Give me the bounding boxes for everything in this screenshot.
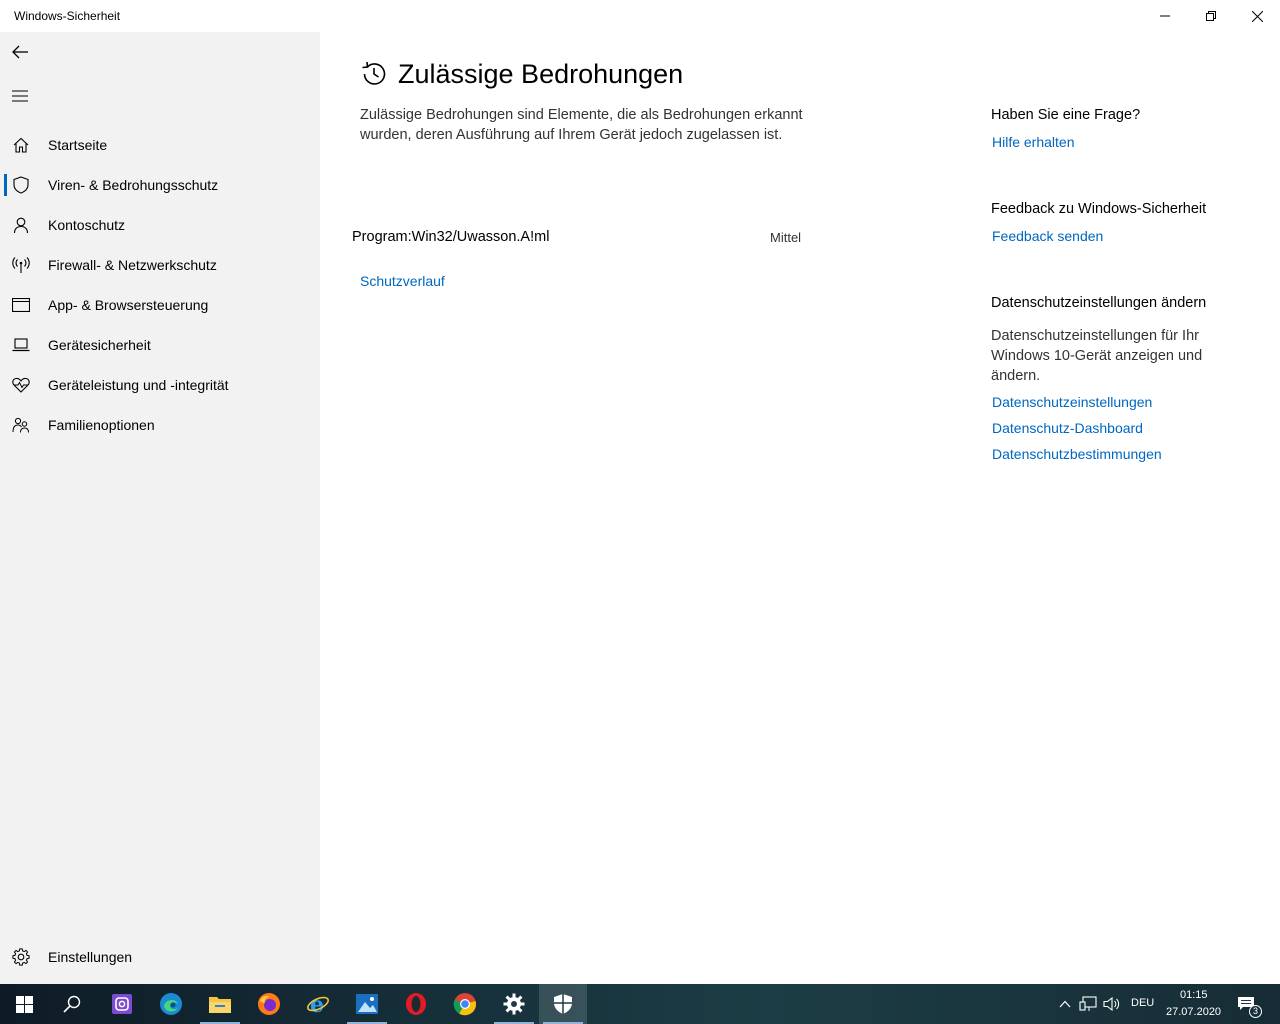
taskbar-chrome[interactable] (441, 984, 489, 1024)
person-icon (12, 216, 30, 234)
clock-time[interactable]: 01:15 (1180, 989, 1208, 1001)
sidebar-item-label: Familienoptionen (48, 417, 155, 433)
window-title: Windows-Sicherheit (14, 9, 121, 23)
title-bar: Windows-Sicherheit (0, 0, 1280, 32)
main-content: Zulässige Bedrohungen Zulässige Bedrohun… (320, 32, 1280, 984)
sidebar-item-startseite[interactable]: Startseite (0, 125, 320, 165)
app-tile-icon (112, 994, 132, 1014)
settings-label: Einstellungen (48, 949, 133, 965)
send-feedback-link[interactable]: Feedback senden (992, 228, 1103, 244)
back-button[interactable] (8, 40, 32, 64)
laptop-icon (12, 336, 30, 354)
page-description: Zulässige Bedrohungen sind Elemente, die… (360, 107, 803, 143)
privacy-description: Datenschutzeinstellungen für Ihr Windows… (991, 328, 1203, 384)
sidebar-item-familienoptionen[interactable]: Familienoptionen (0, 405, 320, 445)
page-title: Zulässige Bedrohungen (398, 58, 684, 89)
search-icon (63, 995, 81, 1013)
privacy-heading: Datenschutzeinstellungen ändern (991, 295, 1207, 311)
opera-icon (406, 993, 426, 1015)
sidebar-item-label: Kontoschutz (48, 217, 126, 233)
threat-row[interactable]: Program:Win32/Uwasson.A!ml Mittel (352, 227, 812, 249)
notification-count-badge: 3 (1249, 1005, 1262, 1018)
taskbar-settings[interactable] (490, 984, 538, 1024)
privacy-settings-link[interactable]: Datenschutzeinstellungen (992, 394, 1152, 410)
threat-level: Mittel (770, 230, 802, 245)
minimize-icon (1160, 15, 1170, 17)
internet-explorer-icon: e (307, 992, 329, 1016)
edge-browser-icon (160, 993, 182, 1015)
sidebar-item-label: Firewall- & Netzwerkschutz (48, 257, 217, 273)
taskbar-explorer[interactable] (196, 984, 244, 1024)
clock-date[interactable]: 27.07.2020 (1166, 1006, 1221, 1018)
get-help-link[interactable]: Hilfe erhalten (992, 134, 1075, 150)
tray-chevron-up-icon[interactable] (1056, 995, 1074, 1013)
start-button[interactable] (0, 984, 48, 1024)
sidebar: Startseite Viren- & Bedrohungsschutz Kon… (0, 32, 320, 984)
network-icon[interactable] (1079, 995, 1097, 1013)
sidebar-item-label: Geräteleistung und -integrität (48, 377, 229, 393)
back-arrow-icon (12, 45, 28, 59)
folder-icon (209, 997, 231, 1013)
taskbar-opera[interactable] (392, 984, 440, 1024)
restore-icon (1206, 11, 1216, 21)
sidebar-item-kontoschutz[interactable]: Kontoschutz (0, 205, 320, 245)
gear-icon (503, 993, 525, 1015)
taskbar-search-button[interactable] (48, 984, 96, 1024)
antenna-icon (12, 256, 30, 274)
hamburger-icon (12, 90, 28, 102)
page-header: Zulässige Bedrohungen (360, 56, 683, 92)
close-icon (1251, 10, 1263, 22)
svg-text:e: e (310, 992, 324, 1016)
menu-button[interactable] (8, 84, 32, 108)
taskbar-app-1[interactable] (98, 984, 146, 1024)
firefox-icon (258, 993, 280, 1015)
volume-icon[interactable] (1103, 995, 1121, 1013)
history-icon (360, 60, 388, 88)
sidebar-item-firewall-netzwerkschutz[interactable]: Firewall- & Netzwerkschutz (0, 245, 320, 285)
sidebar-item-geraeteleistung[interactable]: Geräteleistung und -integrität (0, 365, 320, 405)
sidebar-item-label: Viren- & Bedrohungsschutz (48, 177, 219, 193)
minimize-button[interactable] (1142, 0, 1188, 32)
sidebar-item-label: Startseite (48, 137, 108, 153)
question-heading: Haben Sie eine Frage? (991, 107, 1141, 123)
home-icon (12, 136, 30, 154)
close-button[interactable] (1234, 0, 1280, 32)
photos-icon (356, 994, 378, 1014)
privacy-statement-link[interactable]: Datenschutzbestimmungen (992, 446, 1162, 462)
taskbar-firefox[interactable] (245, 984, 293, 1024)
family-icon (12, 416, 30, 434)
taskbar-windows-security[interactable] (539, 984, 587, 1024)
taskbar-photos[interactable] (343, 984, 391, 1024)
feedback-heading: Feedback zu Windows-Sicherheit (991, 201, 1207, 217)
sidebar-item-label: App- & Browsersteuerung (48, 297, 209, 313)
sidebar-item-einstellungen[interactable]: Einstellungen (0, 937, 320, 977)
gear-icon (12, 948, 30, 966)
protection-history-link[interactable]: Schutzverlauf (360, 273, 445, 289)
privacy-dashboard-link[interactable]: Datenschutz-Dashboard (992, 420, 1143, 436)
shield-icon (12, 176, 30, 194)
sidebar-item-label: Gerätesicherheit (48, 337, 151, 353)
taskbar-edge[interactable] (147, 984, 195, 1024)
heart-icon (12, 376, 30, 394)
threat-name: Program:Win32/Uwasson.A!ml (352, 229, 550, 245)
language-indicator[interactable]: DEU (1131, 997, 1154, 1009)
restore-button[interactable] (1188, 0, 1234, 32)
sidebar-item-viren-bedrohungsschutz[interactable]: Viren- & Bedrohungsschutz (0, 165, 320, 205)
sidebar-item-app-browsersteuerung[interactable]: App- & Browsersteuerung (0, 285, 320, 325)
taskbar: e DEU 01:15 27.07.2020 3 (0, 984, 1280, 1024)
chrome-icon (453, 993, 477, 1016)
windows-logo-icon (15, 995, 33, 1013)
window-icon (12, 296, 30, 314)
sidebar-item-geraetesicherheit[interactable]: Gerätesicherheit (0, 325, 320, 365)
shield-icon (554, 994, 572, 1014)
taskbar-ie[interactable]: e (294, 984, 342, 1024)
